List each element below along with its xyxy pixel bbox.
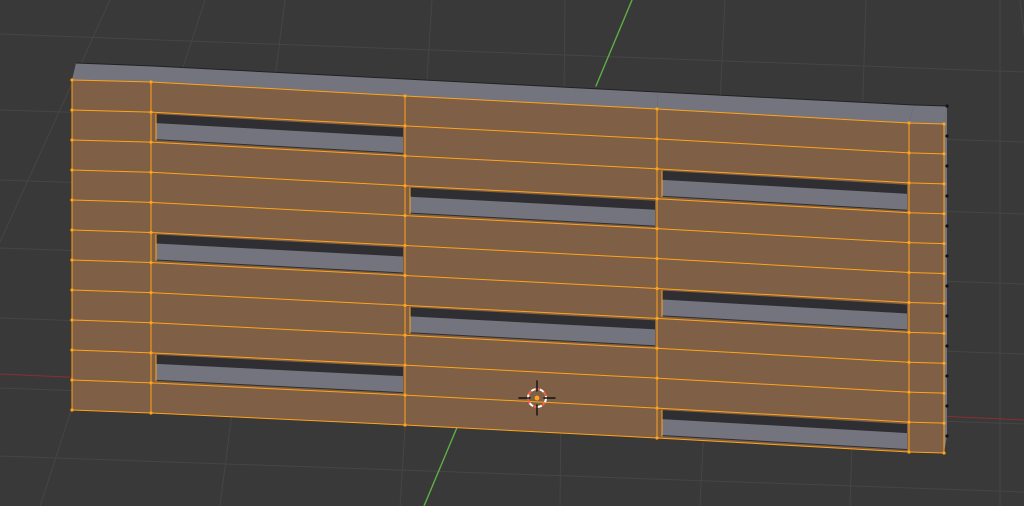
back-vertex-7 — [945, 314, 949, 318]
back-vertex-3 — [945, 194, 949, 198]
3d-viewport[interactable] — [0, 0, 1024, 506]
back-vertex-6 — [945, 284, 949, 288]
panel-column-face-2 — [405, 96, 657, 438]
pallet-mesh[interactable] — [70, 62, 949, 455]
back-vertex-2 — [945, 164, 949, 168]
left-post-face — [72, 80, 151, 413]
top-bevel-right — [909, 105, 947, 124]
cursor-center-dot — [534, 395, 540, 401]
back-vertex-10 — [945, 404, 949, 408]
back-vertex-5 — [945, 254, 949, 258]
back-vertex-4 — [945, 224, 949, 228]
back-vertex-8 — [945, 344, 949, 348]
back-vertex-1 — [945, 134, 949, 138]
right-post-face — [909, 123, 944, 453]
back-vertex-9 — [945, 374, 949, 378]
panel-column-face-3 — [657, 109, 909, 452]
back-vertex-11 — [945, 434, 949, 438]
